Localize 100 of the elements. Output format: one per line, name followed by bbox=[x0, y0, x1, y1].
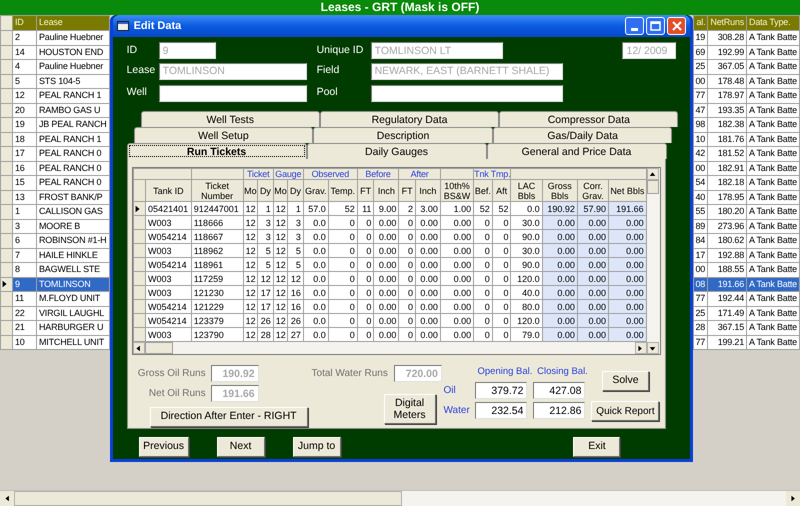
table-cell[interactable]: 0 bbox=[492, 314, 511, 328]
table-cell[interactable]: 12 bbox=[273, 314, 288, 328]
tab[interactable]: General and Price Data bbox=[486, 143, 666, 159]
table-cell[interactable]: 0.00 bbox=[440, 272, 474, 286]
table-cell[interactable]: 12 bbox=[243, 202, 258, 216]
table-cell[interactable]: 0.00 bbox=[577, 244, 609, 258]
table-cell[interactable]: 0.0 bbox=[510, 202, 542, 216]
table-cell[interactable]: 1.00 bbox=[440, 202, 474, 216]
nav-button[interactable]: Previous bbox=[138, 437, 189, 457]
table-cell[interactable]: 120.0 bbox=[510, 314, 542, 328]
table-cell[interactable]: 0.00 bbox=[415, 314, 440, 328]
quick-report-button[interactable]: Quick Report bbox=[591, 401, 660, 421]
table-cell[interactable]: 0.00 bbox=[542, 314, 578, 328]
column-header[interactable]: Aft bbox=[492, 180, 511, 202]
table-cell[interactable]: 0.00 bbox=[415, 216, 440, 230]
table-cell[interactable]: 0.0 bbox=[303, 300, 328, 314]
table-cell[interactable]: 0.00 bbox=[608, 272, 646, 286]
table-cell[interactable]: W003 bbox=[146, 286, 192, 300]
table-cell[interactable]: W054214 bbox=[146, 300, 192, 314]
tab[interactable]: Well Tests bbox=[140, 111, 320, 127]
table-cell[interactable]: 118961 bbox=[191, 258, 244, 272]
table-cell[interactable]: 0.0 bbox=[303, 314, 328, 328]
table-cell[interactable]: 0.00 bbox=[440, 244, 474, 258]
tab[interactable]: Compressor Data bbox=[499, 111, 678, 127]
input-field[interactable]: 427.08 bbox=[533, 382, 586, 400]
table-cell[interactable]: 0 bbox=[328, 230, 358, 244]
table-cell[interactable]: 0.00 bbox=[374, 258, 399, 272]
table-cell[interactable]: 0 bbox=[398, 258, 416, 272]
table-cell[interactable]: 191.66 bbox=[608, 202, 646, 216]
table-cell[interactable]: 0 bbox=[492, 244, 511, 258]
table-cell[interactable]: 12 bbox=[243, 272, 258, 286]
table-cell[interactable]: 26 bbox=[288, 314, 304, 328]
table-cell[interactable]: 0.00 bbox=[415, 230, 440, 244]
table-cell[interactable]: 11 bbox=[357, 202, 374, 216]
table-cell[interactable]: 0.00 bbox=[577, 286, 609, 300]
table-cell[interactable]: 0 bbox=[492, 300, 511, 314]
table-cell[interactable]: 0 bbox=[398, 314, 416, 328]
horizontal-scrollbar[interactable] bbox=[132, 342, 647, 354]
column-header[interactable]: Data Type. bbox=[746, 16, 800, 30]
column-header[interactable]: al. bbox=[694, 16, 708, 30]
table-cell[interactable]: 0.00 bbox=[542, 300, 578, 314]
table-cell[interactable]: 0.00 bbox=[415, 272, 440, 286]
table-cell[interactable]: 0 bbox=[474, 272, 492, 286]
table-cell[interactable]: 5 bbox=[288, 244, 304, 258]
table-cell[interactable]: 12 bbox=[243, 230, 258, 244]
table-cell[interactable]: 0 bbox=[474, 258, 492, 272]
table-cell[interactable]: 0 bbox=[357, 244, 374, 258]
table-cell[interactable]: 0.00 bbox=[440, 258, 474, 272]
table-cell[interactable]: 12 bbox=[243, 244, 258, 258]
table-cell[interactable]: 17 bbox=[258, 300, 274, 314]
table-cell[interactable]: 0 bbox=[357, 216, 374, 230]
table-cell[interactable]: 0 bbox=[357, 300, 374, 314]
table-cell[interactable]: 1 bbox=[288, 202, 304, 216]
table-cell[interactable]: 12 bbox=[273, 286, 288, 300]
table-cell[interactable]: 30.0 bbox=[510, 216, 542, 230]
table-cell[interactable]: 0 bbox=[474, 314, 492, 328]
table-cell[interactable]: 0.00 bbox=[374, 314, 399, 328]
table-cell[interactable]: 0 bbox=[328, 314, 358, 328]
column-header[interactable]: Lease bbox=[36, 16, 110, 30]
table-cell[interactable]: 0 bbox=[474, 244, 492, 258]
tab[interactable]: Well Setup bbox=[134, 127, 314, 143]
table-cell[interactable]: 0.00 bbox=[577, 272, 609, 286]
column-header[interactable]: Gross Bbls bbox=[542, 180, 578, 202]
input-field[interactable]: 379.72 bbox=[475, 382, 528, 400]
table-cell[interactable]: 0.00 bbox=[608, 230, 646, 244]
scroll-left-button[interactable] bbox=[0, 491, 14, 506]
table-cell[interactable]: 0 bbox=[357, 286, 374, 300]
table-cell[interactable]: 0.00 bbox=[542, 272, 578, 286]
table-cell[interactable]: 12 bbox=[273, 230, 288, 244]
table-cell[interactable]: 0.0 bbox=[303, 286, 328, 300]
table-cell[interactable]: 30.0 bbox=[510, 244, 542, 258]
table-cell[interactable]: 0 bbox=[492, 230, 511, 244]
close-button[interactable] bbox=[667, 17, 686, 35]
table-cell[interactable]: 0 bbox=[328, 216, 358, 230]
tab[interactable]: Description bbox=[313, 127, 493, 143]
scroll-right-button[interactable] bbox=[634, 342, 647, 354]
table-cell[interactable]: 0.00 bbox=[608, 258, 646, 272]
table-cell[interactable]: 0.00 bbox=[608, 300, 646, 314]
scroll-thumb[interactable] bbox=[14, 491, 402, 506]
table-cell[interactable]: 0 bbox=[357, 272, 374, 286]
table-cell[interactable]: 0 bbox=[474, 216, 492, 230]
table-cell[interactable]: 0.00 bbox=[415, 286, 440, 300]
row-selector[interactable] bbox=[0, 277, 12, 292]
column-header[interactable]: LAC Bbls bbox=[510, 180, 542, 202]
table-cell[interactable]: 57.90 bbox=[577, 202, 609, 216]
scroll-left-button[interactable] bbox=[132, 342, 145, 354]
table-cell[interactable]: 0.00 bbox=[577, 300, 609, 314]
table-cell[interactable]: 0.0 bbox=[303, 258, 328, 272]
horizontal-scrollbar[interactable] bbox=[0, 490, 800, 506]
column-header[interactable]: Inch bbox=[415, 180, 440, 202]
table-cell[interactable]: 121230 bbox=[191, 286, 244, 300]
table-cell[interactable]: 0 bbox=[357, 258, 374, 272]
column-header[interactable]: FT bbox=[357, 180, 374, 202]
table-cell[interactable]: 0 bbox=[398, 244, 416, 258]
table-cell[interactable]: 0.00 bbox=[577, 230, 609, 244]
table-cell[interactable]: 0 bbox=[398, 272, 416, 286]
column-header[interactable]: 10th% BS&W bbox=[440, 180, 474, 202]
table-cell[interactable]: 1 bbox=[258, 202, 274, 216]
table-cell[interactable]: 52 bbox=[474, 202, 492, 216]
table-cell[interactable]: 0 bbox=[328, 244, 358, 258]
